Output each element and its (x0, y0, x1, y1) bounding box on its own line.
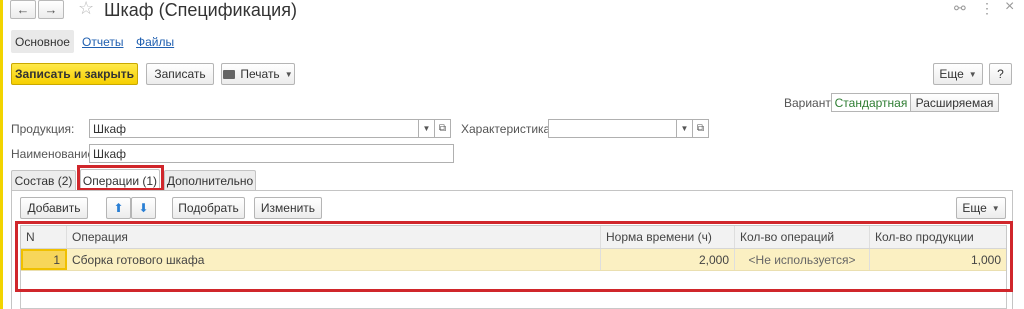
help-button[interactable]: ? (989, 63, 1012, 85)
variant-extended[interactable]: Расширяемая (910, 93, 999, 112)
change-button[interactable]: Изменить (254, 197, 322, 219)
pick-button[interactable]: Подобрать (172, 197, 245, 219)
characteristic-label: Характеристика: (461, 122, 554, 136)
more-button[interactable]: Еще ▼ (933, 63, 983, 85)
variant-label: Вариант: (784, 96, 835, 110)
forward-button[interactable]: → (38, 0, 64, 19)
tab-composition[interactable]: Состав (2) (11, 170, 76, 191)
add-button[interactable]: Добавить (20, 197, 88, 219)
characteristic-open-icon[interactable]: ⧉ (693, 119, 709, 138)
tab-additional[interactable]: Дополнительно (164, 170, 256, 191)
print-button[interactable]: Печать ▼ (221, 63, 295, 85)
product-field[interactable]: Шкаф (89, 119, 419, 138)
close-icon[interactable]: × (1005, 0, 1014, 16)
highlight-operations-tab (77, 165, 164, 191)
characteristic-field[interactable] (548, 119, 677, 138)
save-button[interactable]: Записать (146, 63, 214, 85)
window-title: Шкаф (Спецификация) (104, 0, 297, 20)
accent-edge (0, 0, 3, 309)
table-more-button[interactable]: Еще ▼ (956, 197, 1006, 219)
table-more-label: Еще (962, 201, 987, 215)
highlight-table (15, 221, 1013, 292)
tab-main[interactable]: Основное (11, 30, 74, 53)
move-down-icon[interactable]: ⬇ (131, 197, 156, 219)
more-menu-icon[interactable]: ⋮ (980, 0, 994, 17)
chevron-down-icon: ▼ (284, 69, 293, 79)
chevron-down-icon: ▼ (968, 69, 977, 79)
chevron-down-icon: ▼ (991, 203, 1000, 213)
forward-arrow-icon: → (44, 2, 58, 17)
move-up-icon[interactable]: ⬆ (106, 197, 131, 219)
tab-main-label: Основное (15, 34, 70, 49)
favorite-star-icon[interactable]: ☆ (78, 0, 94, 19)
more-label: Еще (939, 67, 964, 81)
characteristic-dropdown-icon[interactable]: ▼ (677, 119, 693, 138)
name-label: Наименование: (11, 147, 98, 161)
product-open-icon[interactable]: ⧉ (435, 119, 451, 138)
link-icon[interactable]: ⚯ (954, 0, 966, 17)
back-arrow-icon: ← (16, 2, 30, 17)
product-dropdown-icon[interactable]: ▼ (419, 119, 435, 138)
back-button[interactable]: ← (10, 0, 36, 19)
save-and-close-button[interactable]: Записать и закрыть (11, 63, 138, 85)
product-label: Продукция: (11, 122, 75, 136)
tab-files[interactable]: Файлы (136, 35, 174, 49)
print-label: Печать (240, 67, 280, 81)
name-field[interactable]: Шкаф (89, 144, 454, 163)
variant-standard[interactable]: Стандартная (831, 93, 911, 112)
tab-reports[interactable]: Отчеты (82, 35, 123, 49)
printer-icon (223, 69, 236, 79)
